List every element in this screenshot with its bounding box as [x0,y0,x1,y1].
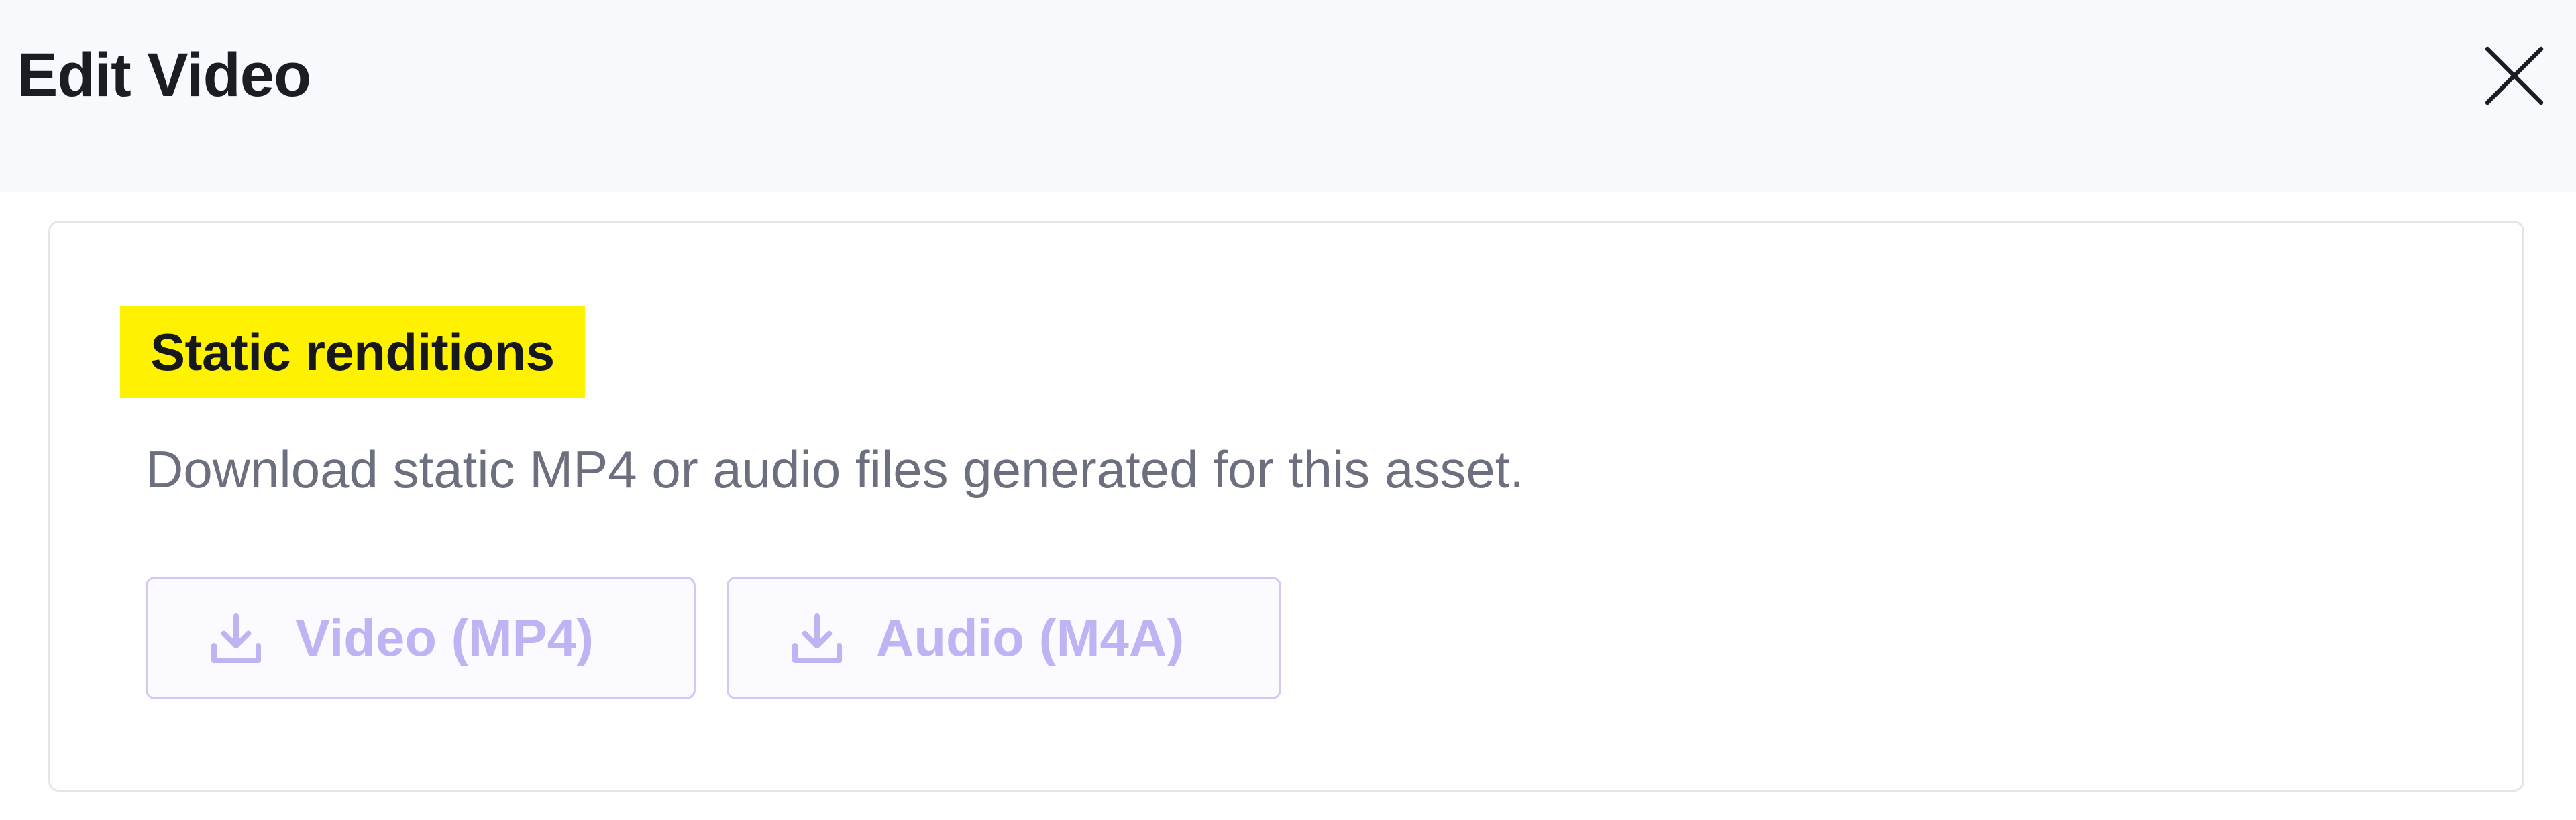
download-video-mp4-button[interactable]: Video (MP4) [146,577,696,699]
close-button[interactable] [2471,32,2558,119]
close-icon [2485,46,2544,105]
modal-title: Edit Video [17,41,311,109]
download-video-mp4-label: Video (MP4) [295,608,594,667]
download-audio-m4a-label: Audio (M4A) [876,608,1185,667]
download-icon [788,609,847,668]
download-icon [207,609,266,668]
download-audio-m4a-button[interactable]: Audio (M4A) [727,577,1281,699]
section-description: Download static MP4 or audio files gener… [146,440,1525,499]
static-renditions-card: Static renditions Download static MP4 or… [48,221,2524,792]
section-heading: Static renditions [120,306,585,398]
modal-header: Edit Video [0,0,2576,192]
